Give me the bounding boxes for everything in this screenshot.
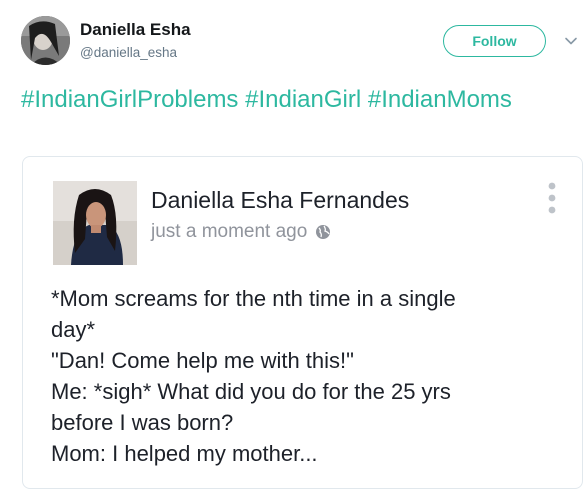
tweet-card: Daniella Esha @daniella_esha Follow #Ind… [0,0,587,493]
post-line: Me: *sigh* What did you do for the 25 yr… [51,379,451,404]
post-timestamp: just a moment ago [151,221,308,242]
post-line: *Mom screams for the nth time in a singl… [51,286,456,311]
avatar[interactable] [21,16,70,65]
post-author-name: Daniella Esha Fernandes [151,187,410,213]
post-meta: just a moment ago [151,221,331,243]
author-name[interactable]: Daniella Esha [80,20,191,40]
post-author-avatar [53,181,137,265]
post-line: day* [51,317,96,342]
author-handle[interactable]: @daniella_esha [80,45,177,60]
embedded-post-image[interactable]: Daniella Esha Fernandes just a moment ag… [22,156,583,489]
globe-icon [315,224,331,240]
tweet-text: #IndianGirlProblems #IndianGirl #IndianM… [21,84,571,115]
post-line: Mom: I helped my mother... [51,441,318,466]
hashtag-link[interactable]: #IndianGirlProblems [21,86,238,113]
post-body: *Mom screams for the nth time in a singl… [51,283,571,469]
chevron-down-icon[interactable] [564,34,578,48]
follow-button[interactable]: Follow [443,25,546,57]
post-line: before I was born? [51,410,234,435]
more-vertical-icon [545,181,559,217]
post-line: "Dan! Come help me with this!" [51,348,354,373]
hashtag-link[interactable]: #IndianMoms [368,86,512,113]
hashtag-link[interactable]: #IndianGirl [245,86,361,113]
